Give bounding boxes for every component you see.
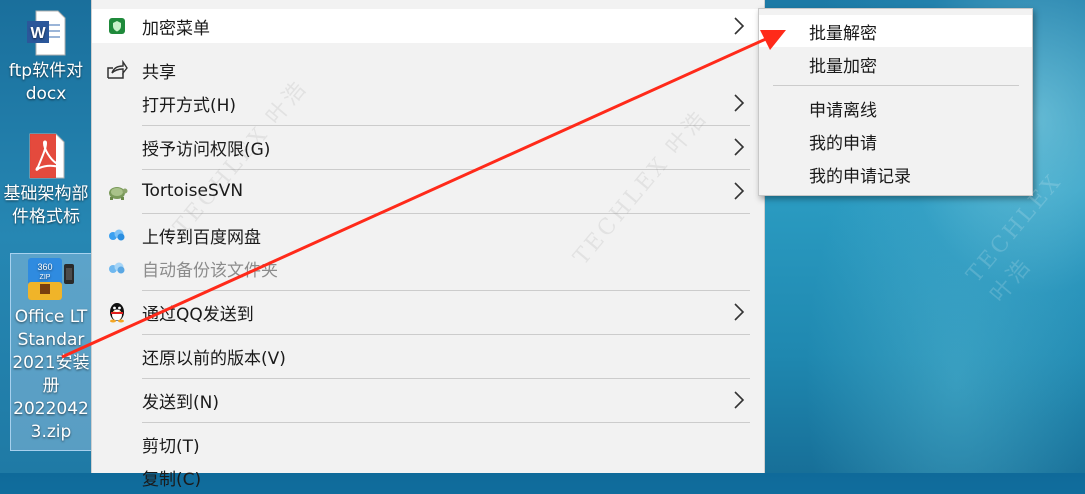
encrypt-submenu: 批量解密 批量加密 申请离线 我的申请 我的申请记录 bbox=[758, 8, 1033, 196]
share-icon bbox=[106, 59, 128, 81]
desktop-icon-label: docx bbox=[25, 84, 67, 104]
submenu-item-my-requests[interactable]: 我的申请 bbox=[759, 125, 1032, 157]
menu-item-label: 加密菜单 bbox=[142, 18, 210, 39]
menu-item-cut[interactable]: 剪切(T) bbox=[92, 427, 764, 461]
menu-separator bbox=[142, 334, 750, 335]
menu-item-label: 上传到百度网盘 bbox=[142, 227, 261, 248]
chevron-right-icon bbox=[734, 391, 745, 409]
desktop-icon-label: 2022042 bbox=[13, 399, 89, 419]
menu-item-copy[interactable]: 复制(C) bbox=[92, 460, 764, 494]
menu-item-share[interactable]: 共享 bbox=[92, 53, 764, 87]
desktop-icon-label: 册 bbox=[42, 376, 60, 396]
desktop-icon-label: 件格式标 bbox=[12, 207, 80, 227]
zip-archive-icon: 360 ZIP bbox=[26, 256, 76, 302]
chevron-right-icon bbox=[734, 182, 745, 200]
menu-item-open-with[interactable]: 打开方式(H) bbox=[92, 86, 764, 120]
menu-item-label: 自动备份该文件夹 bbox=[142, 260, 278, 281]
desktop-icon-label: ftp软件对 bbox=[8, 61, 84, 81]
desktop-icon-word-doc[interactable]: W ftp软件对 docx bbox=[0, 10, 92, 120]
qq-penguin-icon bbox=[106, 301, 128, 323]
menu-item-label: 共享 bbox=[142, 62, 176, 83]
desktop-icon-zip-selected[interactable]: 360 ZIP Office LT Standar 2021安装 册 20220… bbox=[10, 253, 92, 451]
submenu-item-label: 我的申请 bbox=[809, 133, 877, 154]
chevron-right-icon bbox=[734, 138, 745, 156]
desktop-icon-label: 3.zip bbox=[30, 422, 72, 442]
menu-item-send-via-qq[interactable]: 通过QQ发送到 bbox=[92, 295, 764, 329]
submenu-item-batch-decrypt[interactable]: 批量解密 bbox=[759, 15, 1032, 47]
menu-separator bbox=[142, 290, 750, 291]
menu-item-encrypt-menu[interactable]: 加密菜单 bbox=[92, 9, 764, 43]
submenu-item-batch-encrypt[interactable]: 批量加密 bbox=[759, 48, 1032, 80]
menu-item-label: 通过QQ发送到 bbox=[142, 304, 254, 325]
menu-separator bbox=[142, 422, 750, 423]
context-menu: 加密菜单 共享 打开方式(H) 授予访问权限(G) TortoiseSVN 上传… bbox=[91, 0, 765, 490]
green-shield-icon bbox=[106, 15, 128, 37]
pdf-file-icon bbox=[26, 133, 66, 179]
submenu-item-request-offline[interactable]: 申请离线 bbox=[759, 92, 1032, 124]
chevron-right-icon bbox=[734, 303, 745, 321]
cropped-menu-row bbox=[92, 0, 764, 4]
svg-text:360: 360 bbox=[37, 262, 52, 272]
menu-separator bbox=[142, 125, 750, 126]
menu-item-send-to[interactable]: 发送到(N) bbox=[92, 383, 764, 417]
tortoise-icon bbox=[106, 180, 128, 202]
menu-item-restore-previous[interactable]: 还原以前的版本(V) bbox=[92, 339, 764, 373]
desktop-icon-label: 2021安装 bbox=[12, 353, 90, 373]
desktop-icon-label: Standar bbox=[17, 330, 85, 350]
desktop-icon-pdf[interactable]: 基础架构部 件格式标 bbox=[0, 133, 92, 233]
submenu-item-label: 批量解密 bbox=[809, 23, 877, 44]
word-doc-icon: W bbox=[26, 10, 66, 56]
chevron-right-icon bbox=[734, 17, 745, 35]
svg-text:W: W bbox=[30, 25, 46, 42]
menu-item-label: 发送到(N) bbox=[142, 392, 219, 413]
submenu-item-label: 我的申请记录 bbox=[809, 166, 911, 187]
svg-text:ZIP: ZIP bbox=[40, 274, 51, 281]
desktop-icon-label: Office LT bbox=[14, 307, 88, 327]
submenu-item-label: 批量加密 bbox=[809, 56, 877, 77]
submenu-item-my-request-records[interactable]: 我的申请记录 bbox=[759, 158, 1032, 190]
menu-item-label: 打开方式(H) bbox=[142, 95, 237, 116]
baidu-cloud-icon bbox=[106, 224, 128, 246]
menu-separator bbox=[142, 378, 750, 379]
baidu-cloud-icon bbox=[106, 257, 128, 279]
menu-item-label: 复制(C) bbox=[142, 469, 202, 490]
submenu-separator bbox=[773, 85, 1019, 86]
menu-item-label: 还原以前的版本(V) bbox=[142, 348, 286, 369]
chevron-right-icon bbox=[734, 94, 745, 112]
menu-item-label: 剪切(T) bbox=[142, 436, 200, 457]
desktop-icon-label: 基础架构部 bbox=[3, 184, 89, 204]
submenu-item-label: 申请离线 bbox=[809, 100, 877, 121]
menu-separator bbox=[142, 213, 750, 214]
menu-item-auto-backup[interactable]: 自动备份该文件夹 bbox=[92, 251, 764, 285]
